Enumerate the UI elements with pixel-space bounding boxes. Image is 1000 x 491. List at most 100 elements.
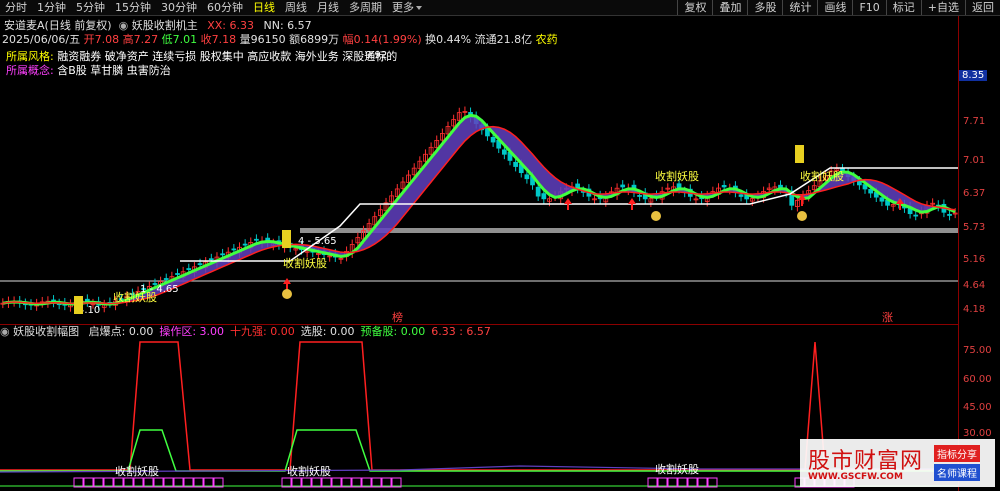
indicator-header: ◉ 妖股收割幅图 启爆点: 0.00 操作区: 3.00 十九强: 0.00 选股: … xyxy=(0,324,958,339)
period-tab-6[interactable]: 日线 xyxy=(248,0,280,15)
candle-body xyxy=(186,268,192,270)
open-label: 开 xyxy=(83,33,95,46)
concept-value: 含B股 草甘膦 虫害防治 xyxy=(57,64,171,77)
list-badge: 榜 xyxy=(392,310,403,323)
candle-body xyxy=(738,194,744,197)
candle-body xyxy=(541,193,547,200)
trend-band-fill xyxy=(2,115,956,305)
current-price-label: 8.35 xyxy=(959,70,988,81)
price-tick: 7.01 xyxy=(963,155,986,166)
price-tick: 5.73 xyxy=(963,222,986,233)
money-bag-icon xyxy=(282,289,292,299)
watermark-tag-course[interactable]: 名师课程 xyxy=(934,464,980,481)
open-value: 7.08 xyxy=(94,33,120,46)
buy-arrow-icon xyxy=(283,278,291,290)
price-tick: 4.18 xyxy=(963,304,986,315)
candle xyxy=(462,106,468,117)
money-bag-icon xyxy=(797,211,807,221)
price-tick: 4.64 xyxy=(963,280,986,291)
price-tick: 6.37 xyxy=(963,188,986,199)
tool-button-1[interactable]: 叠加 xyxy=(712,0,747,15)
slow-ma-line xyxy=(2,125,956,305)
price-tick: 5.16 xyxy=(963,254,986,265)
tool-button-0[interactable]: 复权 xyxy=(677,0,712,15)
tool-button-2[interactable]: 多股 xyxy=(747,0,782,15)
candle xyxy=(349,239,355,259)
close-label: 收 xyxy=(200,33,212,46)
limit-up-badge: 涨 xyxy=(882,311,893,323)
candle-body xyxy=(175,273,180,275)
tool-button-3[interactable]: 统计 xyxy=(782,0,817,15)
tool-button-8[interactable]: 返回 xyxy=(965,0,1000,15)
period-tab-9[interactable]: 多周期 xyxy=(344,0,387,15)
high-value: 7.27 xyxy=(133,33,159,46)
turnover-label: 换 xyxy=(425,33,437,46)
candle-body xyxy=(913,214,919,217)
candle-body xyxy=(197,263,203,266)
more-caret-icon[interactable] xyxy=(416,6,422,10)
candle xyxy=(575,179,580,194)
candle xyxy=(789,186,795,211)
tool-button-7[interactable]: +自选 xyxy=(920,0,965,15)
change-value: 0.14(1.99%) xyxy=(353,33,422,46)
candle-body xyxy=(501,149,507,155)
float-label: 流通 xyxy=(474,33,497,46)
candle-body xyxy=(535,186,541,197)
period-tab-7[interactable]: 周线 xyxy=(280,0,312,15)
change-label: 幅 xyxy=(342,33,354,46)
indicator-field-label: 操作区: xyxy=(159,325,197,338)
indicator-field-value: 0.00 xyxy=(397,325,426,338)
harvest-label: 收割妖股 xyxy=(283,256,327,270)
candle-body xyxy=(513,161,519,167)
turnover-value: 0.44% xyxy=(436,33,472,46)
period-tabs: 分时 1分钟 5分钟 15分钟 30分钟 60分钟 日线 周线 月线 多周期 更多 xyxy=(0,0,427,15)
candle-body xyxy=(231,248,237,251)
candle-body xyxy=(524,174,530,180)
indicator-tick: 30.00 xyxy=(963,428,992,439)
indicator-field-label: 十九强: xyxy=(230,325,267,338)
period-tab-1[interactable]: 1分钟 xyxy=(32,0,71,15)
indicator-tick: 45.00 xyxy=(963,402,992,413)
tool-button-5[interactable]: F10 xyxy=(852,0,885,15)
candle-body xyxy=(220,253,225,256)
candle-body xyxy=(868,188,874,194)
period-tab-0[interactable]: 分时 xyxy=(0,0,32,15)
indicator-field-label: 预备股: xyxy=(360,325,398,338)
quote-row: 2025/06/06/五 开7.08 高7.27 低7.01 收7.18 量96… xyxy=(2,31,558,47)
candle-body xyxy=(637,195,642,197)
period-tab-10[interactable]: 更多 xyxy=(387,0,427,15)
price-axis: 8.35 7.71 7.01 6.37 5.73 5.16 4.64 4.18 75.00 60.… xyxy=(958,16,1000,491)
amount-label: 额 xyxy=(289,33,301,46)
signal-block-icon xyxy=(74,296,83,314)
candle-body xyxy=(490,137,496,143)
period-tab-3[interactable]: 15分钟 xyxy=(110,0,156,15)
candle-body xyxy=(947,213,952,216)
indicator-field-label: 启爆点: xyxy=(88,325,126,338)
low-label: 低 xyxy=(161,33,173,46)
harvest-label: 收割妖股 xyxy=(800,169,844,183)
indicator-name[interactable]: 妖股收割幅图 xyxy=(13,325,83,338)
sector-value: 农药 xyxy=(535,33,558,46)
tool-button-4[interactable]: 画线 xyxy=(817,0,852,15)
period-tab-5[interactable]: 60分钟 xyxy=(202,0,248,15)
period-tab-2[interactable]: 5分钟 xyxy=(71,0,110,15)
concept-label: 所属概念: xyxy=(6,64,54,77)
indicator-toggle-icon[interactable]: ◉ xyxy=(0,325,13,338)
harvest-label: 收割妖股 xyxy=(655,462,699,476)
tool-button-6[interactable]: 标记 xyxy=(885,0,921,15)
support-band xyxy=(300,228,958,233)
period-tab-4[interactable]: 30分钟 xyxy=(156,0,202,15)
candle xyxy=(744,189,750,204)
candle-body xyxy=(620,184,626,188)
candle-body xyxy=(242,243,248,246)
indicator-field-value: 3.00 xyxy=(196,325,225,338)
candle xyxy=(101,299,107,313)
period-tab-8[interactable]: 月线 xyxy=(312,0,344,15)
fast-ma-line xyxy=(2,113,956,306)
signal-block-icon xyxy=(282,230,291,248)
volume-value: 96150 xyxy=(250,33,286,46)
low-price-mark: 1 - 4.65 xyxy=(140,284,179,295)
float-value: 21.8亿 xyxy=(496,33,533,46)
chart-tool-buttons: 复权 叠加 多股 统计 画线 F10 标记 +自选 返回 xyxy=(677,0,1000,15)
watermark-tag-share[interactable]: 指标分享 xyxy=(934,445,980,462)
